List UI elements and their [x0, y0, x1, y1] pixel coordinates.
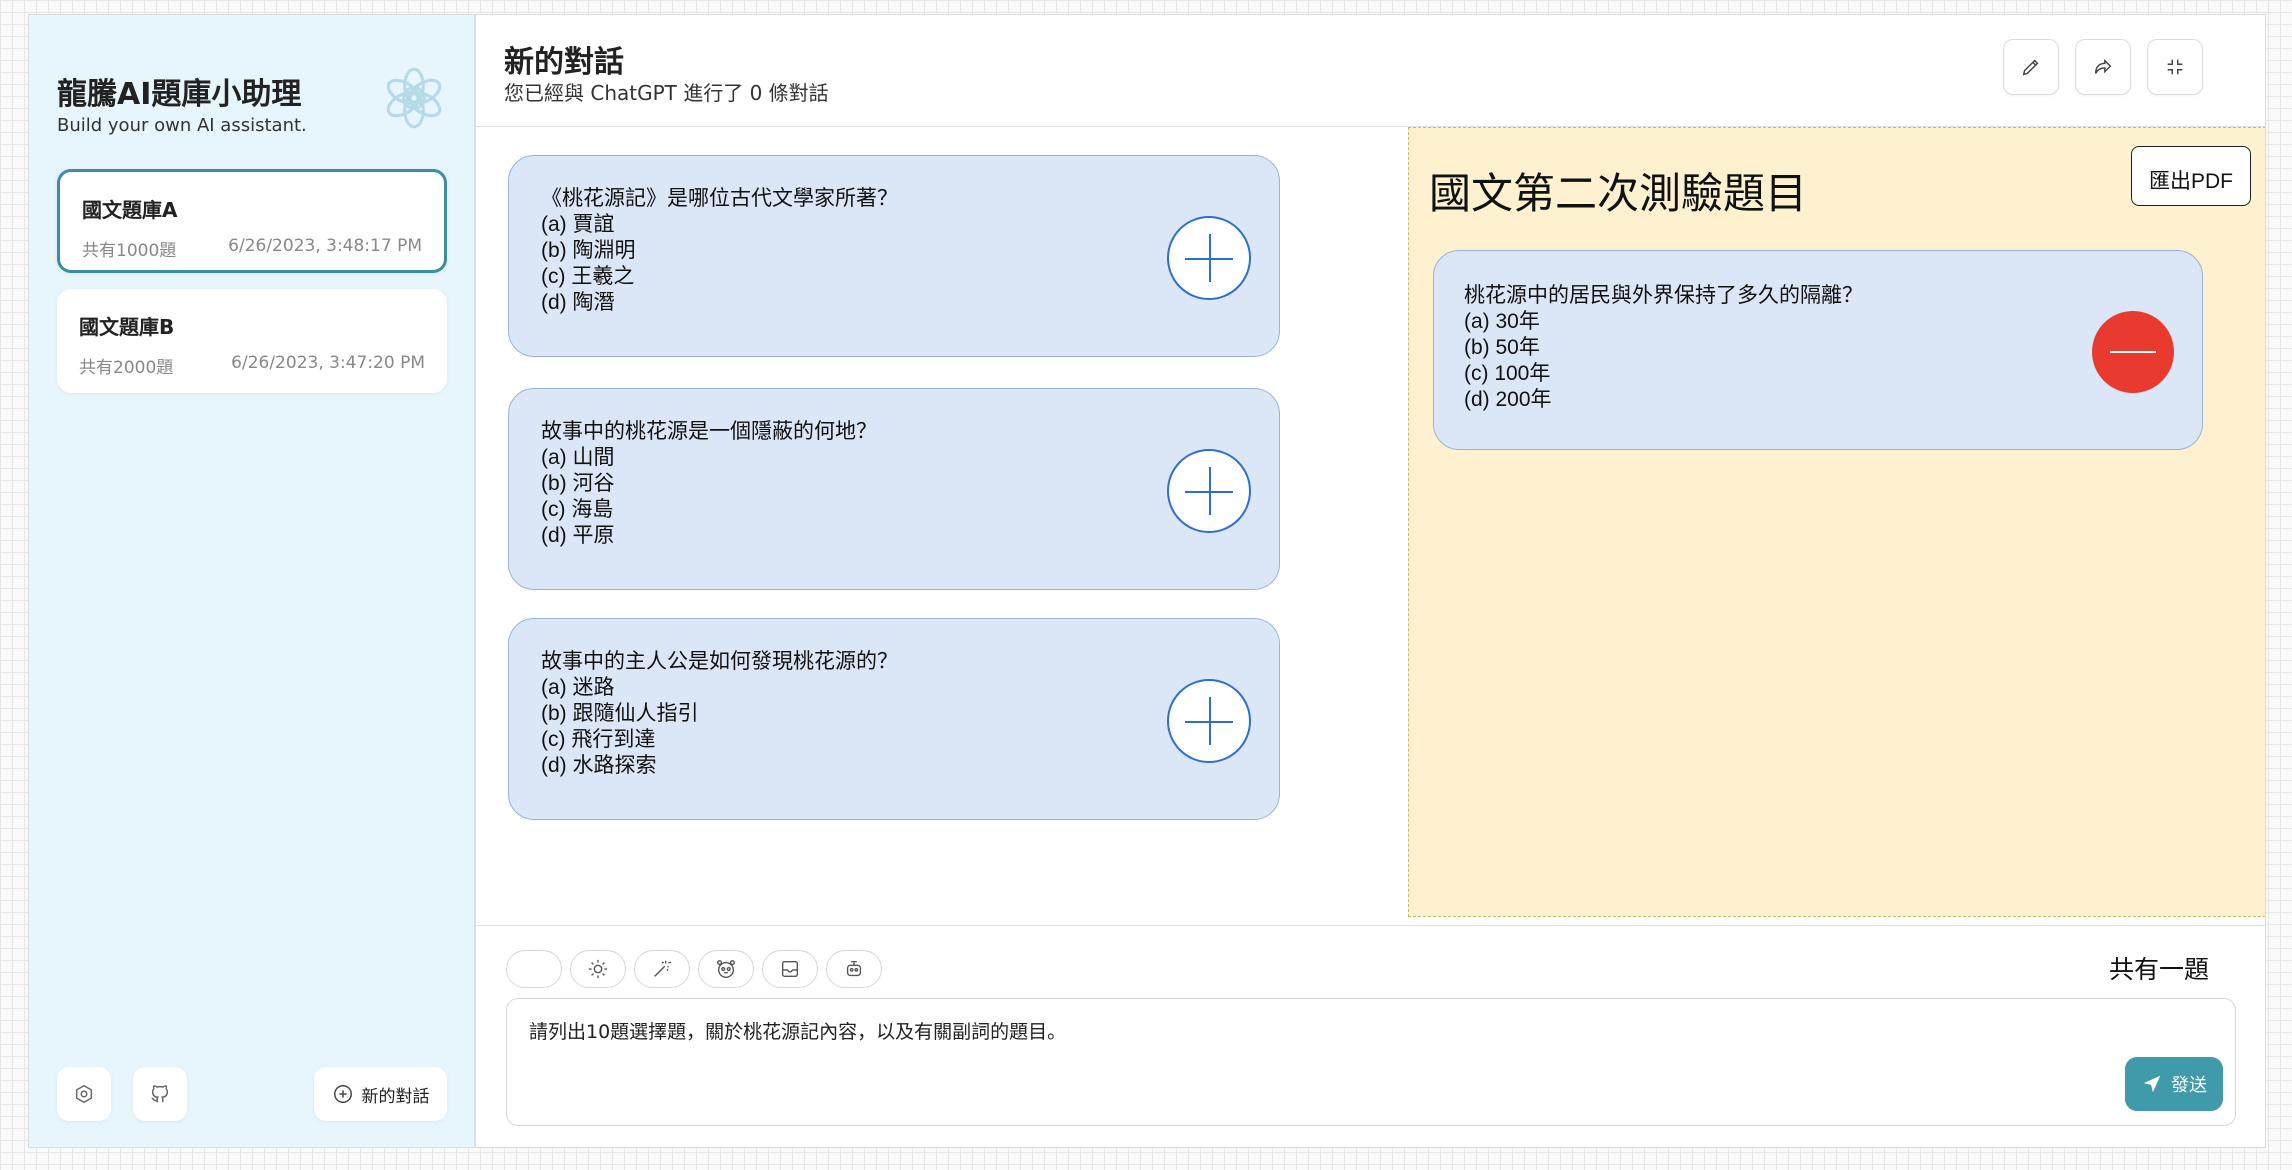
collapse-button[interactable]: [2147, 39, 2203, 95]
prompt-magic-button[interactable]: [634, 950, 690, 988]
question-text: 故事中的主人公是如何發現桃花源的？ (a) 迷路 (b) 跟隨仙人指引 (c) …: [541, 650, 898, 777]
session-title: 國文題庫B: [79, 315, 175, 339]
input-area: 共有一題 請列出10題選擇題，關於桃花源記內容，以及有關副詞的題目。 發送: [476, 925, 2265, 1147]
face-icon: [717, 960, 735, 978]
exam-panel: 國文第二次測驗題目 匯出PDF 桃花源中的居民與外界保持了多久的隔離？ (a) …: [1408, 127, 2265, 917]
theme-button[interactable]: [570, 950, 626, 988]
question-card-2: 故事中的桃花源是一個隱蔽的何地？ (a) 山間 (b) 河谷 (c) 海島 (d…: [508, 388, 1280, 590]
new-chat-label: 新的對話: [361, 1086, 430, 1107]
robot-icon: [846, 960, 862, 977]
github-icon: [151, 1085, 169, 1103]
selected-question-card: 桃花源中的居民與外界保持了多久的隔離？ (a) 30年 (b) 50年 (c) …: [1433, 250, 2203, 450]
magic-wand-icon: [654, 960, 672, 977]
image-button[interactable]: [762, 950, 818, 988]
question-count-label: 共有一題: [2108, 956, 2209, 984]
edit-icon: [2022, 59, 2039, 76]
send-icon: [2143, 1075, 2161, 1093]
session-count: 共有2000題: [79, 358, 174, 378]
session-date: 6/26/2023, 3:48:17 PM: [228, 236, 422, 256]
main-panel: 新的對話 您已經與 ChatGPT 進行了 0 條對話 《桃花源記》是哪位古代文…: [476, 15, 2265, 1147]
session-title: 國文題庫A: [82, 198, 178, 222]
plus-circle-icon: [333, 1085, 352, 1103]
new-chat-button[interactable]: 新的對話: [314, 1067, 447, 1121]
settings-icon: [75, 1084, 93, 1104]
chat-title: 新的對話: [504, 45, 624, 80]
app-subtitle: Build your own AI assistant.: [57, 115, 307, 136]
share-button[interactable]: [2075, 39, 2131, 95]
github-button[interactable]: [133, 1067, 187, 1121]
edit-button[interactable]: [2003, 39, 2059, 95]
mask-button[interactable]: [698, 950, 754, 988]
chat-subtitle: 您已經與 ChatGPT 進行了 0 條對話: [504, 81, 829, 105]
question-card-3: 故事中的主人公是如何發現桃花源的？ (a) 迷路 (b) 跟隨仙人指引 (c) …: [508, 618, 1280, 820]
session-date: 6/26/2023, 3:47:20 PM: [231, 353, 425, 373]
session-item-a[interactable]: 國文題庫A 共有1000題 6/26/2023, 3:48:17 PM: [57, 169, 447, 273]
app-window: 龍騰AI題庫小助理 Build your own AI assistant. 國…: [28, 14, 2266, 1148]
prompt-input[interactable]: 請列出10題選擇題，關於桃花源記內容，以及有關副詞的題目。 發送: [506, 998, 2236, 1126]
blank-tool-button[interactable]: [506, 950, 562, 988]
app-title: 龍騰AI題庫小助理: [57, 77, 302, 112]
prompt-text[interactable]: 請列出10題選擇題，關於桃花源記內容，以及有關副詞的題目。: [529, 1017, 1066, 1044]
session-item-b[interactable]: 國文題庫B 共有2000題 6/26/2023, 3:47:20 PM: [57, 289, 447, 393]
add-question-button[interactable]: [1167, 449, 1251, 533]
collapse-icon: [2167, 59, 2183, 75]
question-text: 故事中的桃花源是一個隱蔽的何地？ (a) 山間 (b) 河谷 (c) 海島 (d…: [541, 420, 877, 547]
sidebar: 龍騰AI題庫小助理 Build your own AI assistant. 國…: [29, 15, 476, 1147]
question-text: 《桃花源記》是哪位古代文學家所著？ (a) 賈誼 (b) 陶淵明 (c) 王羲之…: [541, 187, 898, 314]
openai-logo-icon: [386, 67, 442, 129]
add-question-button[interactable]: [1167, 679, 1251, 763]
question-card-1: 《桃花源記》是哪位古代文學家所著？ (a) 賈誼 (b) 陶淵明 (c) 王羲之…: [508, 155, 1280, 357]
settings-button[interactable]: [57, 1067, 111, 1121]
sun-icon: [588, 959, 608, 979]
session-count: 共有1000題: [82, 241, 177, 261]
exam-title: 國文第二次測驗題目: [1429, 170, 1808, 217]
remove-question-button[interactable]: [2092, 311, 2174, 393]
chat-header: 新的對話 您已經與 ChatGPT 進行了 0 條對話: [476, 15, 2265, 127]
send-label: 發送: [2171, 1075, 2207, 1096]
image-icon: [781, 960, 799, 978]
export-pdf-button[interactable]: 匯出PDF: [2131, 146, 2251, 206]
robot-button[interactable]: [826, 950, 882, 988]
question-text: 桃花源中的居民與外界保持了多久的隔離？ (a) 30年 (b) 50年 (c) …: [1464, 284, 1863, 411]
share-icon: [2094, 58, 2112, 74]
send-button[interactable]: 發送: [2125, 1057, 2223, 1111]
add-question-button[interactable]: [1167, 216, 1251, 300]
